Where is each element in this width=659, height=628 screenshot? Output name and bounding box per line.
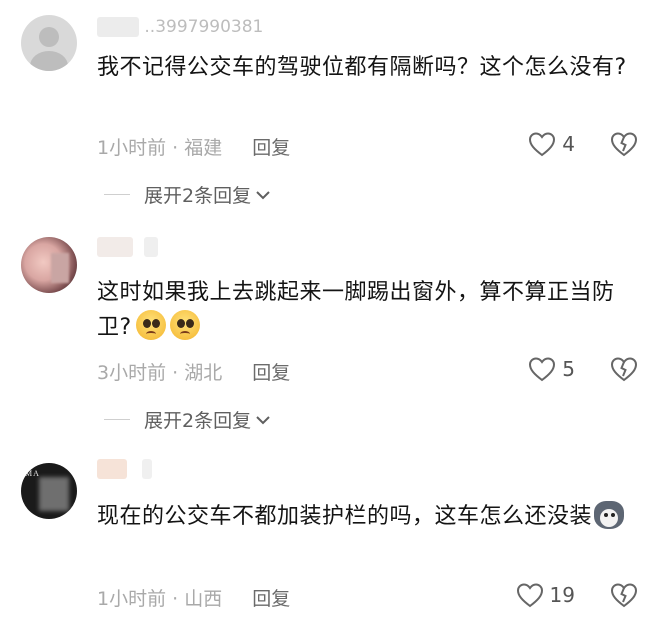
location: 福建: [184, 137, 223, 159]
expand-label: 展开2条回复: [144, 185, 252, 207]
like-button[interactable]: 19: [516, 582, 575, 608]
divider-line: [104, 419, 130, 420]
location: 湖北: [184, 362, 223, 384]
reply-button[interactable]: 回复: [252, 137, 290, 159]
timestamp: 1小时前: [97, 137, 167, 159]
dislike-button[interactable]: [610, 582, 638, 608]
chevron-down-icon: [255, 409, 271, 431]
comment-meta: 3小时前 · 湖北 回复: [97, 358, 290, 385]
comment-meta: 1小时前 · 山西 回复: [97, 584, 290, 611]
username[interactable]: ..3997990381: [97, 17, 263, 37]
heart-icon: [528, 356, 556, 382]
reply-button[interactable]: 回复: [252, 588, 290, 610]
expand-replies-button[interactable]: 展开2条回复: [104, 406, 271, 433]
like-count: 19: [549, 583, 575, 607]
timestamp: 1小时前: [97, 588, 167, 610]
avatar[interactable]: MA: [21, 463, 77, 519]
reply-button[interactable]: 回复: [252, 362, 290, 384]
divider-line: [104, 194, 130, 195]
default-avatar-head: [39, 27, 59, 47]
username[interactable]: [97, 237, 159, 257]
heart-icon: [516, 582, 544, 608]
heart-icon: [528, 131, 556, 157]
timestamp: 3小时前: [97, 362, 167, 384]
avatar-blur: [51, 253, 69, 283]
chevron-down-icon: [255, 184, 271, 206]
pleading-face-emoji: [135, 310, 166, 340]
separator: ·: [172, 137, 179, 159]
like-button[interactable]: 5: [528, 356, 575, 382]
username-text: ..3997990381: [144, 17, 264, 37]
broken-heart-icon: [610, 131, 638, 157]
broken-heart-icon: [610, 582, 638, 608]
username-blur: [97, 459, 127, 479]
separator: ·: [172, 588, 179, 610]
husky-emoji: [594, 501, 625, 529]
comment-text-content: 现在的公交车不都加装护栏的吗，这车怎么还没装: [97, 504, 593, 529]
like-count: 4: [562, 132, 575, 156]
expand-label: 展开2条回复: [144, 410, 252, 432]
like-count: 5: [562, 357, 575, 381]
dislike-button[interactable]: [610, 131, 638, 157]
broken-heart-icon: [610, 356, 638, 382]
username[interactable]: [97, 459, 153, 479]
comment-meta: 1小时前 · 福建 回复: [97, 133, 290, 160]
expand-replies-button[interactable]: 展开2条回复: [104, 181, 271, 208]
location: 山西: [184, 588, 223, 610]
comment-text: 我不记得公交车的驾驶位都有隔断吗？这个怎么没有?: [97, 55, 627, 80]
pleading-face-emoji: [169, 310, 200, 340]
like-button[interactable]: 4: [528, 131, 575, 157]
username-blur: [142, 459, 153, 479]
comment-text: 这时如果我上去跳起来一脚踢出窗外，算不算正当防卫?: [97, 275, 642, 345]
avatar-blur: [39, 477, 69, 511]
separator: ·: [172, 362, 179, 384]
default-avatar-body: [30, 51, 68, 71]
avatar[interactable]: [21, 237, 77, 293]
avatar-text: MA: [25, 469, 40, 478]
username-blur: [97, 17, 139, 37]
username-blur: [144, 237, 159, 257]
dislike-button[interactable]: [610, 356, 638, 382]
username-blur: [97, 237, 133, 257]
comment-text: 现在的公交车不都加装护栏的吗，这车怎么还没装: [97, 499, 642, 534]
avatar[interactable]: [21, 15, 77, 71]
